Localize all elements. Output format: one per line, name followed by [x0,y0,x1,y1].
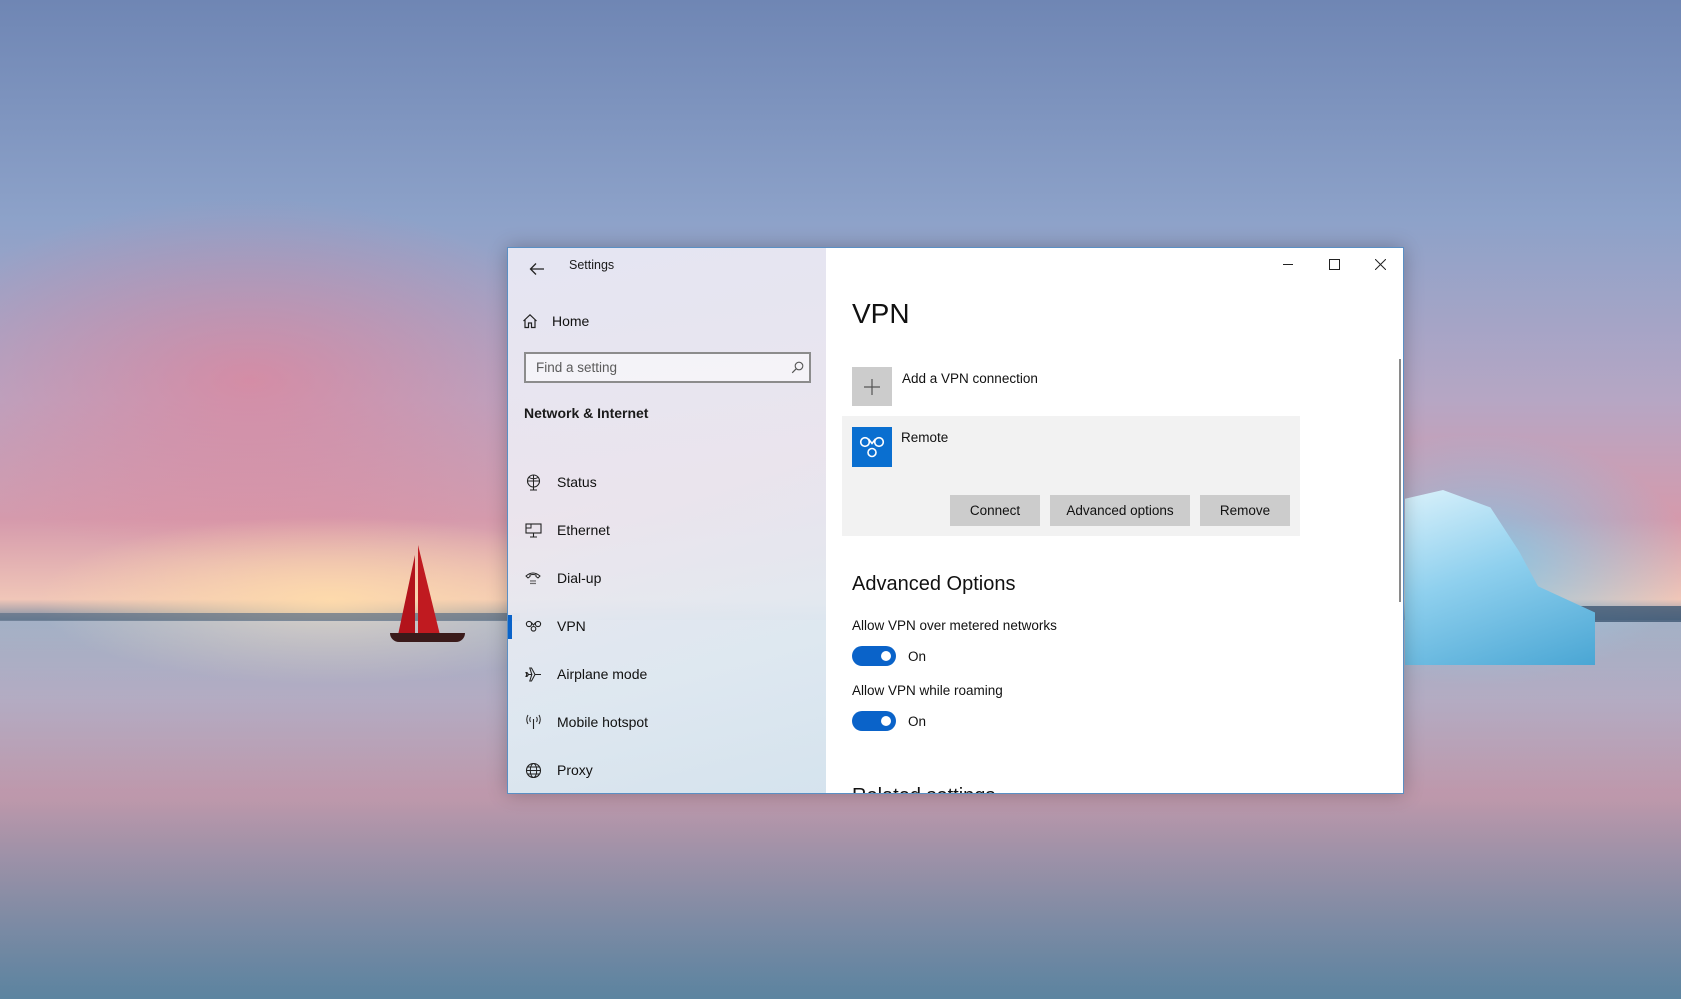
sidebar-home[interactable]: Home [522,308,589,334]
search-icon[interactable] [785,361,809,374]
search-input[interactable] [526,354,785,381]
sidebar-item-label: Airplane mode [557,666,648,682]
wallpaper-horizon [0,613,520,621]
metered-networks-toggle[interactable]: On [852,646,926,666]
home-icon [523,313,537,329]
globe-icon [523,762,543,779]
back-arrow-icon [529,263,544,275]
vpn-connection-name: Remote [901,430,949,445]
metered-networks-label: Allow VPN over metered networks [852,618,1057,633]
minimize-icon [1282,263,1293,265]
sidebar-item-status[interactable]: Status [508,458,826,506]
add-tile [852,367,892,406]
sidebar-item-vpn[interactable]: VPN [508,602,826,650]
minimize-button[interactable] [1265,248,1311,280]
back-button[interactable] [520,254,554,284]
airplane-icon [523,666,543,683]
settings-window: Settings Home Network & Internet [507,247,1404,794]
vpn-connection-card[interactable]: Remote Connect Advanced options Remove [842,416,1300,536]
remove-button[interactable]: Remove [1200,495,1290,526]
vpn-connection-icon [852,427,892,467]
toggle-switch[interactable] [852,711,896,731]
app-title: Settings [569,258,615,272]
wallpaper-sailboat-sail [398,555,415,635]
ethernet-icon [523,522,543,538]
hotspot-icon [523,714,543,730]
advanced-options-heading: Advanced Options [852,573,1016,595]
scrollbar[interactable] [1399,359,1401,602]
toggle-state: On [908,713,927,729]
search-box[interactable] [524,352,811,383]
sidebar-item-label: Dial-up [557,570,602,586]
globe-monitor-icon [523,473,543,491]
roaming-toggle[interactable]: On [852,711,926,731]
close-icon [1374,258,1386,270]
dial-up-phone-icon [523,571,543,586]
advanced-options-button[interactable]: Advanced options [1050,495,1190,526]
toggle-switch[interactable] [852,646,896,666]
vpn-icon [523,620,543,632]
sidebar-item-airplane-mode[interactable]: Airplane mode [508,650,826,698]
maximize-button[interactable] [1311,248,1357,280]
close-button[interactable] [1357,248,1403,280]
maximize-icon [1328,258,1340,270]
wallpaper-sailboat-sail [418,545,440,635]
wallpaper-sailboat-hull [390,633,465,642]
plus-icon [864,378,880,395]
section-title: Network & Internet [524,405,649,421]
add-vpn-connection-label: Add a VPN connection [902,371,1038,386]
main-content: VPN Add a VPN connection Remote Connect … [826,248,1403,793]
window-caption-buttons [1265,248,1403,280]
toggle-state: On [908,648,927,664]
related-settings-heading: Related settings [852,785,995,793]
toggle-knob [881,716,891,726]
sidebar-item-dial-up[interactable]: Dial-up [508,554,826,602]
home-label: Home [552,313,590,329]
page-title: VPN [852,298,910,329]
sidebar-item-mobile-hotspot[interactable]: Mobile hotspot [508,698,826,746]
toggle-knob [881,651,891,661]
wallpaper-iceberg [1405,490,1595,665]
sidebar-item-label: Ethernet [557,522,610,538]
sidebar-item-label: Proxy [557,762,593,778]
sidebar-item-label: VPN [557,618,586,634]
connect-button[interactable]: Connect [950,495,1040,526]
sidebar-item-label: Status [557,474,597,490]
sidebar-nav: Status Ethernet Dial-up VPN Airplane mod… [508,458,826,793]
sidebar: Settings Home Network & Internet [508,248,826,793]
sidebar-item-ethernet[interactable]: Ethernet [508,506,826,554]
roaming-label: Allow VPN while roaming [852,683,1003,698]
sidebar-item-label: Mobile hotspot [557,714,649,730]
sidebar-item-proxy[interactable]: Proxy [508,746,826,793]
vpn-connection-actions: Connect Advanced options Remove [950,495,1290,526]
add-vpn-connection-button[interactable]: Add a VPN connection [852,367,1038,406]
